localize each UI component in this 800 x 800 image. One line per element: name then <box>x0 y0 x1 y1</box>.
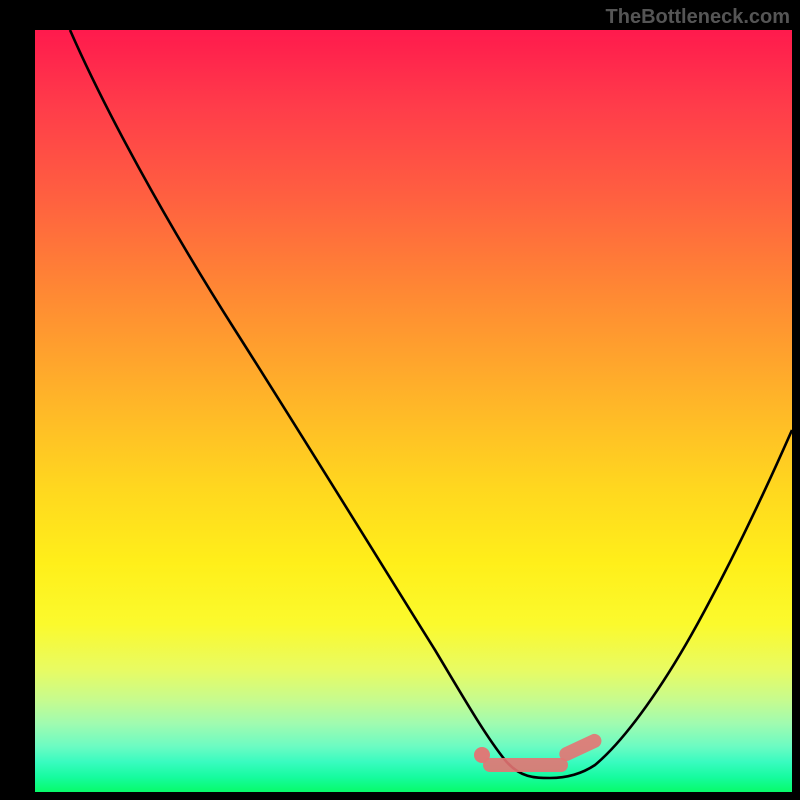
chart-plot-area <box>35 30 792 792</box>
marker-segment-flat <box>483 758 568 772</box>
watermark-text: TheBottleneck.com <box>606 6 790 29</box>
curve-path <box>70 30 792 778</box>
bottleneck-curve <box>35 30 792 792</box>
